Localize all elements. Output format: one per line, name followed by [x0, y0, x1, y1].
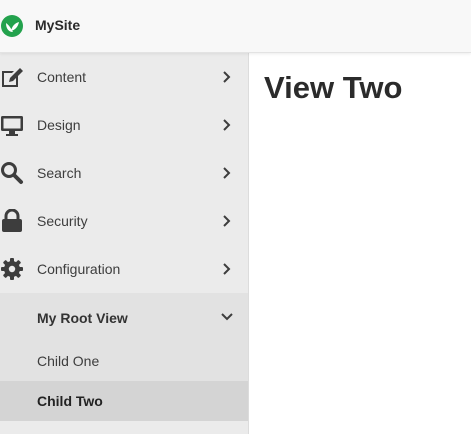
- sidebar-item-label: Configuration: [37, 261, 121, 277]
- sidebar-subitem-child-two[interactable]: Child Two: [0, 381, 248, 421]
- page-title: View Two: [264, 70, 403, 105]
- sidebar-item-security[interactable]: Security: [0, 197, 248, 245]
- sidebar-item-label: Design: [37, 117, 81, 133]
- monitor-icon: [1, 116, 23, 136]
- sidebar-subitem-label: Child One: [37, 353, 100, 369]
- sidebar-subitem-child-one[interactable]: Child One: [0, 341, 248, 381]
- chevron-right-icon: [223, 167, 231, 179]
- sidebar-item-label: My Root View: [37, 310, 128, 326]
- site-name[interactable]: MySite: [35, 17, 80, 33]
- sidebar-item-label: Security: [37, 213, 88, 229]
- sidebar-item-label: Search: [37, 165, 82, 181]
- top-header: MySite: [0, 0, 471, 53]
- chevron-right-icon: [223, 71, 231, 83]
- search-icon: [1, 162, 23, 184]
- sidebar-subitem-label: Child Two: [37, 393, 103, 409]
- sidebar-nav: Content Design Search Security Configura…: [0, 53, 249, 434]
- chevron-right-icon: [223, 119, 231, 131]
- edit-icon: [2, 68, 23, 87]
- chevron-down-icon: [221, 313, 233, 321]
- chevron-right-icon: [223, 215, 231, 227]
- sidebar-item-my-root-view[interactable]: My Root View: [0, 293, 248, 341]
- gear-icon: [1, 258, 23, 280]
- sidebar-item-design[interactable]: Design: [0, 101, 248, 149]
- site-logo-icon[interactable]: [0, 14, 24, 38]
- lock-icon: [2, 209, 22, 232]
- sidebar-group-my-root-view: My Root View Child One Child Two: [0, 293, 248, 421]
- chevron-right-icon: [223, 263, 231, 275]
- sidebar-item-search[interactable]: Search: [0, 149, 248, 197]
- sidebar-item-configuration[interactable]: Configuration: [0, 245, 248, 293]
- sidebar-item-content[interactable]: Content: [0, 53, 248, 101]
- sidebar-item-label: Content: [37, 69, 87, 85]
